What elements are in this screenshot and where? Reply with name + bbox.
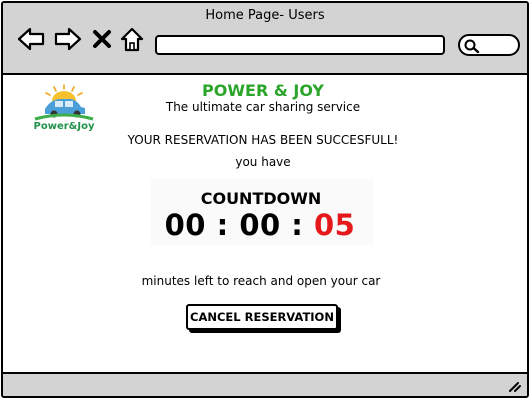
back-button[interactable] bbox=[17, 25, 45, 53]
search-icon bbox=[464, 39, 480, 54]
stop-button[interactable] bbox=[91, 25, 113, 53]
cancel-reservation-button[interactable]: CANCEL RESERVATION bbox=[186, 304, 338, 330]
home-icon bbox=[120, 27, 144, 52]
home-button[interactable] bbox=[119, 25, 145, 53]
close-icon bbox=[93, 30, 111, 48]
countdown-panel: COUNTDOWN 00 : 00 : 05 bbox=[151, 179, 373, 245]
instructions-text: minutes left to reach and open your car bbox=[141, 274, 381, 288]
title-bar: Home Page- Users bbox=[3, 3, 527, 75]
tagline: The ultimate car sharing service bbox=[165, 100, 361, 114]
countdown-label: COUNTDOWN bbox=[200, 189, 322, 208]
countdown-hours: 00 bbox=[164, 208, 206, 242]
logo-car-icon bbox=[34, 84, 94, 121]
countdown-minutes: 00 bbox=[239, 208, 281, 242]
address-bar[interactable] bbox=[155, 35, 445, 55]
logo-text: Power&Joy bbox=[33, 121, 95, 132]
you-have-text: you have bbox=[235, 155, 291, 169]
brand-title: POWER & JOY bbox=[202, 81, 324, 100]
window-title: Home Page- Users bbox=[205, 8, 325, 23]
page-content: Power&Joy POWER & JOY The ultimate car s… bbox=[3, 75, 527, 372]
countdown-separator: : bbox=[291, 208, 304, 242]
arrow-right-icon bbox=[54, 27, 82, 51]
forward-button[interactable] bbox=[54, 25, 82, 53]
browser-window: Home Page- Users Power&Joy POWER & JOY T… bbox=[1, 1, 529, 398]
countdown-timer: 00 : 00 : 05 bbox=[151, 208, 369, 242]
logo: Power&Joy bbox=[25, 83, 103, 137]
resize-handle-icon[interactable] bbox=[507, 380, 521, 392]
countdown-seconds: 05 bbox=[314, 208, 356, 242]
arrow-left-icon bbox=[17, 27, 45, 51]
search-box[interactable] bbox=[458, 34, 520, 56]
countdown-separator: : bbox=[216, 208, 229, 242]
success-message: YOUR RESERVATION HAS BEEN SUCCESFULL! bbox=[127, 133, 399, 147]
status-bar bbox=[3, 372, 527, 396]
